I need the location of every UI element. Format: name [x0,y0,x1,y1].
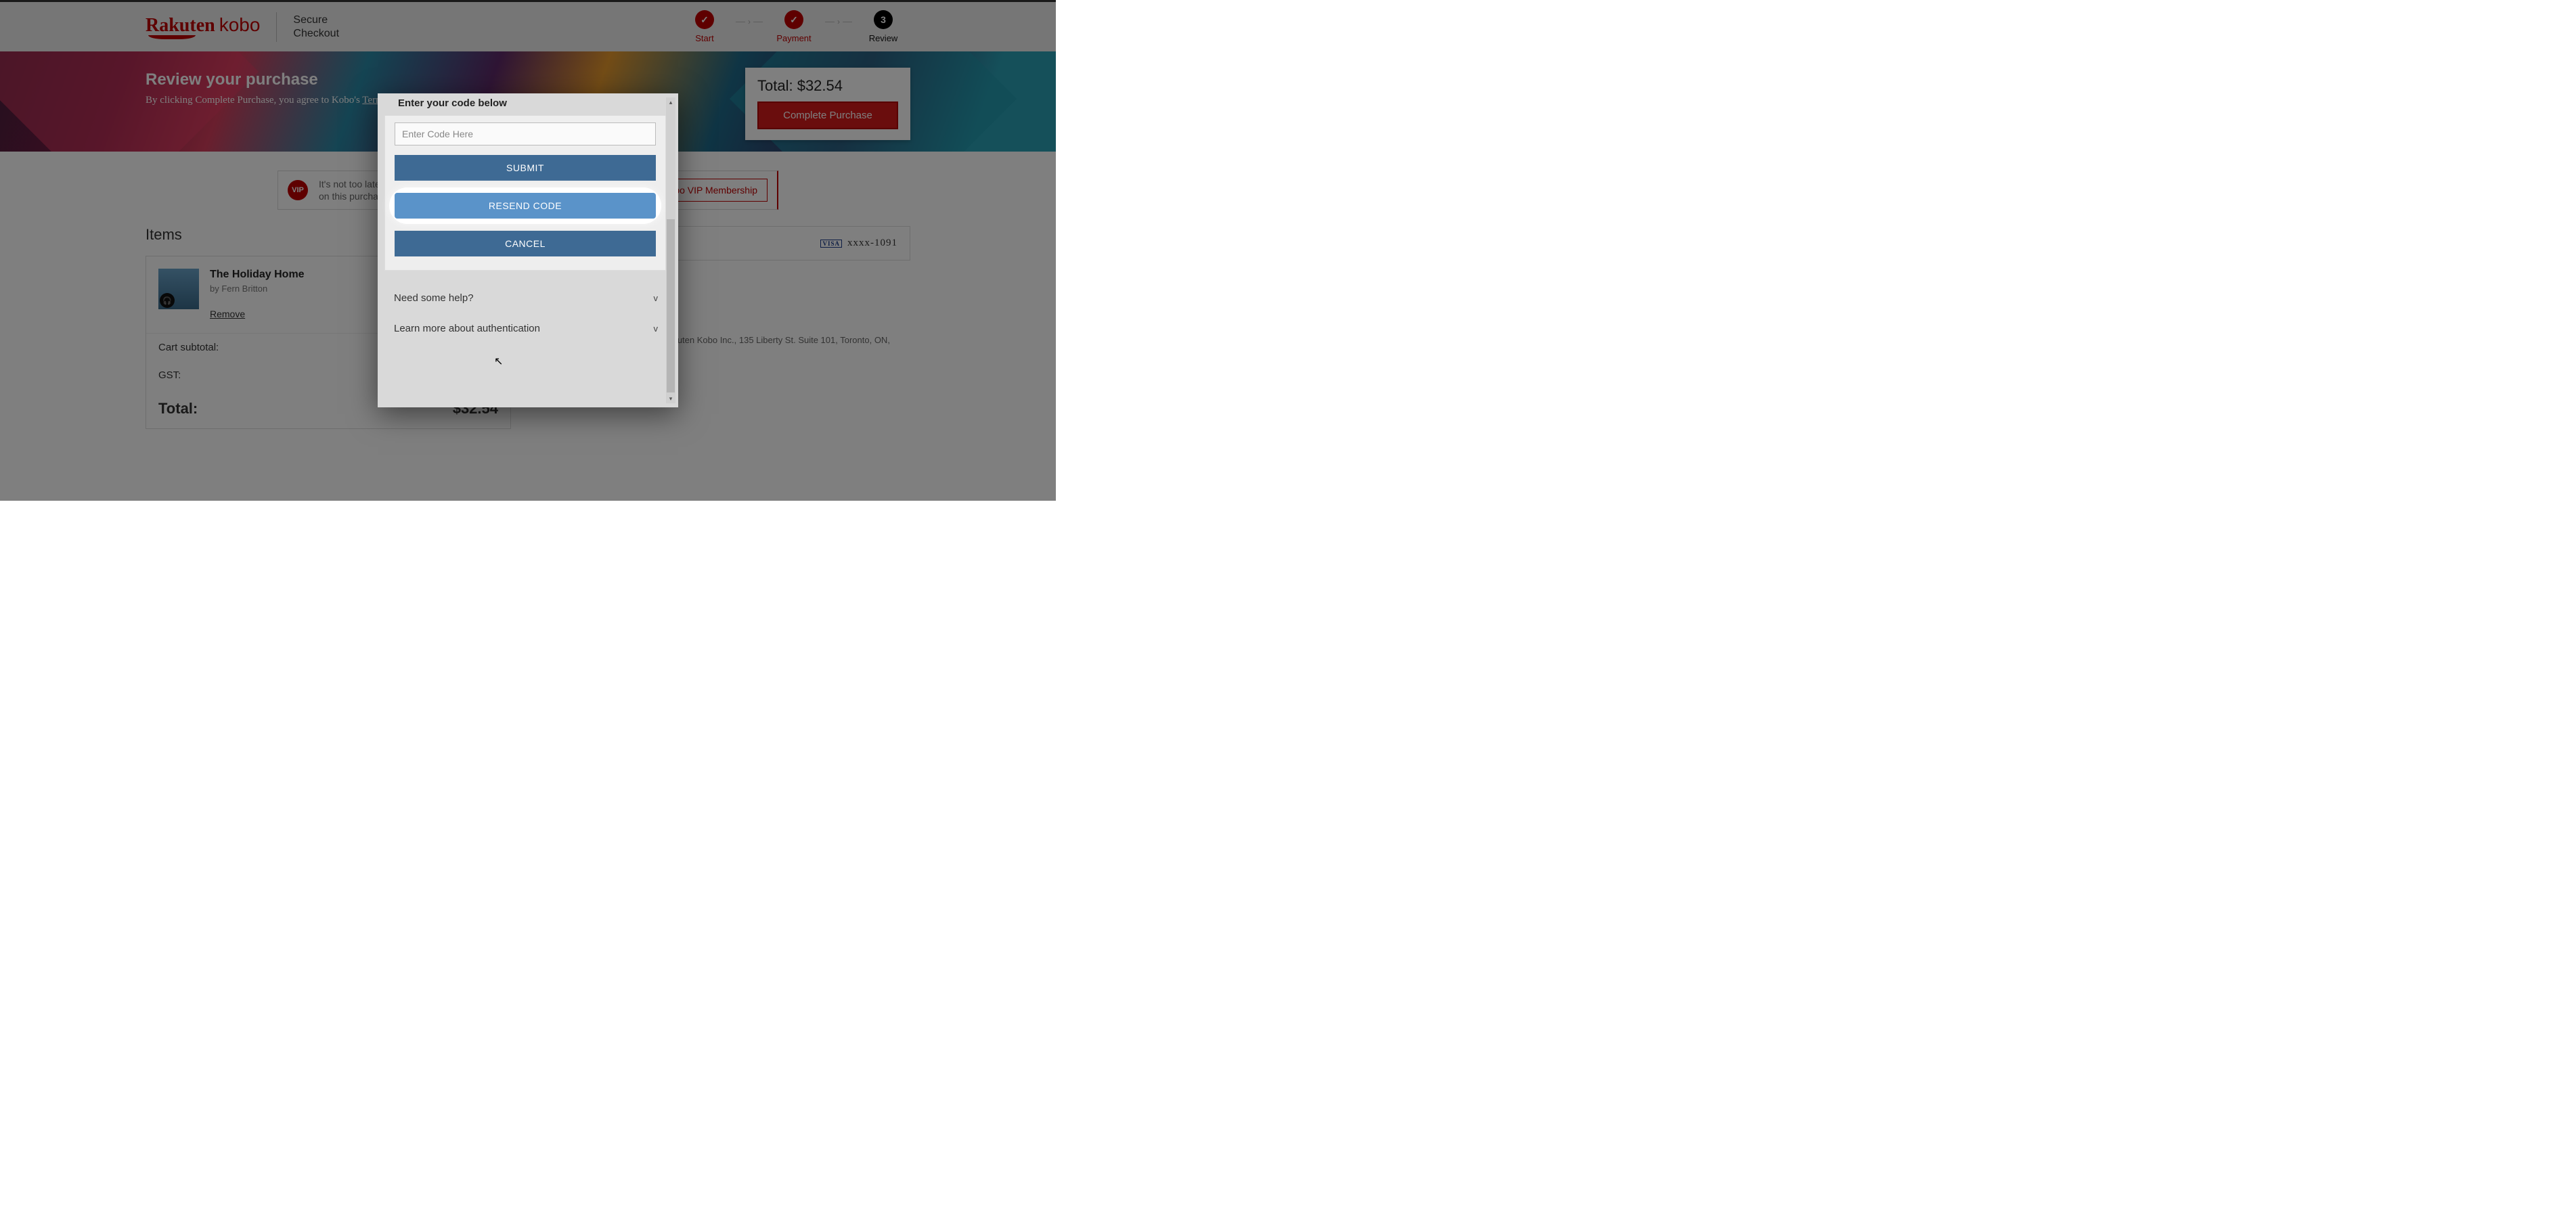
scrollbar-thumb[interactable] [667,219,675,392]
scroll-up-icon[interactable]: ▴ [666,97,675,107]
code-input[interactable] [395,122,656,145]
resend-highlight: RESEND CODE [391,189,660,223]
scrollbar[interactable]: ▴ ▾ [666,97,675,403]
modal-heading: Enter your code below [378,93,678,116]
resend-code-button[interactable]: RESEND CODE [395,193,656,219]
help-expander[interactable]: Need some help? v [378,283,678,313]
cancel-button[interactable]: CANCEL [395,231,656,256]
submit-button[interactable]: SUBMIT [395,155,656,181]
scroll-down-icon[interactable]: ▾ [666,394,675,403]
chevron-down-icon: v [654,323,659,334]
chevron-down-icon: v [654,293,659,303]
auth-modal: Enter your code below SUBMIT RESEND CODE… [378,93,678,407]
learn-more-expander[interactable]: Learn more about authentication v [378,313,678,344]
